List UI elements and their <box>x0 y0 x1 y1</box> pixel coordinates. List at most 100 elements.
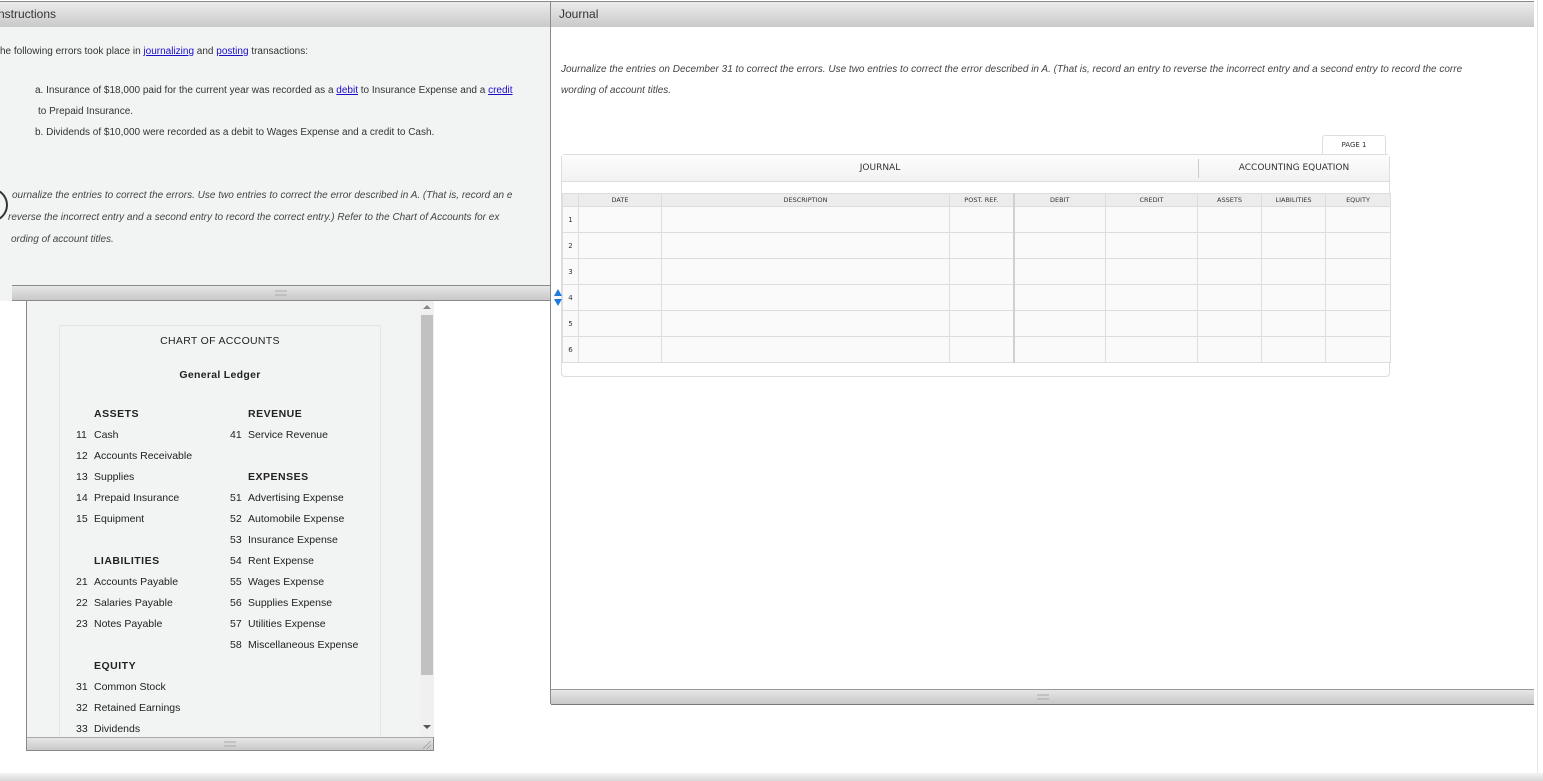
cell-date[interactable] <box>578 310 662 337</box>
account-item: 11 Cash <box>76 429 119 441</box>
spinner-up-icon[interactable] <box>554 289 562 296</box>
cell-post-ref[interactable] <box>949 310 1014 337</box>
account-title: Salaries Payable <box>94 597 173 609</box>
cell-debit[interactable] <box>1012 310 1106 337</box>
journal-splitter[interactable] <box>551 689 1534 705</box>
cell-post-ref[interactable] <box>949 336 1014 363</box>
cell-credit[interactable] <box>1105 310 1198 337</box>
cell-credit[interactable] <box>1105 258 1198 285</box>
cell-debit[interactable] <box>1012 206 1106 233</box>
cell-credit[interactable] <box>1105 232 1198 259</box>
cell-description[interactable] <box>661 206 950 233</box>
account-item: 22 Salaries Payable <box>76 597 173 609</box>
cell-liabilities[interactable] <box>1261 310 1326 337</box>
account-item: 54 Rent Expense <box>230 555 314 567</box>
account-number: 57 <box>230 618 242 630</box>
instructions-splitter[interactable] <box>12 285 550 301</box>
cell-assets[interactable] <box>1197 310 1262 337</box>
task-line-1: ournalize the entries to correct the err… <box>12 190 513 201</box>
account-title: Notes Payable <box>94 618 163 630</box>
account-title: Wages Expense <box>248 576 325 588</box>
cell-liabilities[interactable] <box>1261 258 1326 285</box>
row-number: 5 <box>562 310 579 337</box>
cell-equity[interactable] <box>1325 206 1391 233</box>
cell-equity[interactable] <box>1325 232 1391 259</box>
cell-description[interactable] <box>661 258 950 285</box>
cell-description[interactable] <box>661 284 950 311</box>
chart-scrollbar[interactable] <box>420 301 434 737</box>
chart-footer-splitter[interactable] <box>27 737 433 750</box>
cell-liabilities[interactable] <box>1261 336 1326 363</box>
cell-date[interactable] <box>578 206 662 233</box>
cell-debit[interactable] <box>1012 336 1106 363</box>
cell-credit[interactable] <box>1105 284 1198 311</box>
journal-row: 6 <box>562 336 1391 363</box>
account-title: Miscellaneous Expense <box>248 639 359 651</box>
account-title: Accounts Receivable <box>94 450 193 462</box>
account-item: 56 Supplies Expense <box>230 597 332 609</box>
resize-handle-icon[interactable] <box>423 741 431 749</box>
scroll-down-icon[interactable] <box>423 725 431 729</box>
cell-post-ref[interactable] <box>949 284 1014 311</box>
account-number: 32 <box>76 702 88 714</box>
account-title: Rent Expense <box>248 555 314 567</box>
account-item: 14 Prepaid Insurance <box>76 492 179 504</box>
journal-row: 2 <box>562 232 1391 259</box>
journal-panel: Journal Journalize the entries on Decemb… <box>550 1 1534 705</box>
cell-post-ref[interactable] <box>949 232 1014 259</box>
row-number: 6 <box>562 336 579 363</box>
cell-equity[interactable] <box>1325 310 1391 337</box>
column-header-assets: ASSETS <box>1197 193 1262 207</box>
cell-debit[interactable] <box>1012 232 1106 259</box>
instructions-header: nstructions <box>0 1 550 27</box>
account-title: Accounts Payable <box>94 576 179 588</box>
cell-assets[interactable] <box>1197 232 1262 259</box>
journalizing-link[interactable]: journalizing <box>143 46 194 57</box>
cell-liabilities[interactable] <box>1261 232 1326 259</box>
column-header-equity: EQUITY <box>1325 193 1391 207</box>
cell-date[interactable] <box>578 232 662 259</box>
row-spinner[interactable] <box>554 289 562 307</box>
account-number: 51 <box>230 492 242 504</box>
credit-link[interactable]: credit <box>488 85 512 96</box>
cell-equity[interactable] <box>1325 258 1391 285</box>
cell-date[interactable] <box>578 258 662 285</box>
cell-liabilities[interactable] <box>1261 284 1326 311</box>
cell-date[interactable] <box>578 336 662 363</box>
cell-liabilities[interactable] <box>1261 206 1326 233</box>
row-number: 4 <box>562 284 579 311</box>
account-title: Automobile Expense <box>248 513 345 525</box>
account-number: 52 <box>230 513 242 525</box>
cell-assets[interactable] <box>1197 284 1262 311</box>
cell-date[interactable] <box>578 284 662 311</box>
cell-equity[interactable] <box>1325 336 1391 363</box>
account-title: Dividends <box>94 723 141 735</box>
posting-link[interactable]: posting <box>216 46 248 57</box>
cell-assets[interactable] <box>1197 206 1262 233</box>
account-item: 51 Advertising Expense <box>230 492 344 504</box>
debit-link[interactable]: debit <box>336 85 358 96</box>
cell-debit[interactable] <box>1012 284 1106 311</box>
cell-credit[interactable] <box>1105 206 1198 233</box>
cell-credit[interactable] <box>1105 336 1198 363</box>
account-item: 31 Common Stock <box>76 681 166 693</box>
cell-assets[interactable] <box>1197 336 1262 363</box>
column-header-credit: CREDIT <box>1105 193 1198 207</box>
cell-equity[interactable] <box>1325 284 1391 311</box>
column-header-date: DATE <box>578 193 662 207</box>
cell-assets[interactable] <box>1197 258 1262 285</box>
cell-description[interactable] <box>661 336 950 363</box>
spinner-down-icon[interactable] <box>554 299 562 306</box>
account-item: 32 Retained Earnings <box>76 702 180 714</box>
cell-post-ref[interactable] <box>949 258 1014 285</box>
journal-column-headers: DATE DESCRIPTION POST. REF. DEBIT CREDIT… <box>562 193 1391 207</box>
scroll-up-icon[interactable] <box>423 305 431 309</box>
scroll-thumb[interactable] <box>421 315 433 675</box>
cell-post-ref[interactable] <box>949 206 1014 233</box>
page-tab[interactable]: PAGE 1 <box>1322 135 1386 155</box>
cell-debit[interactable] <box>1012 258 1106 285</box>
cell-description[interactable] <box>661 310 950 337</box>
intro-text: he following errors took place in <box>0 46 144 57</box>
journal-instruction-line-2: wording of account titles. <box>561 85 672 96</box>
cell-description[interactable] <box>661 232 950 259</box>
